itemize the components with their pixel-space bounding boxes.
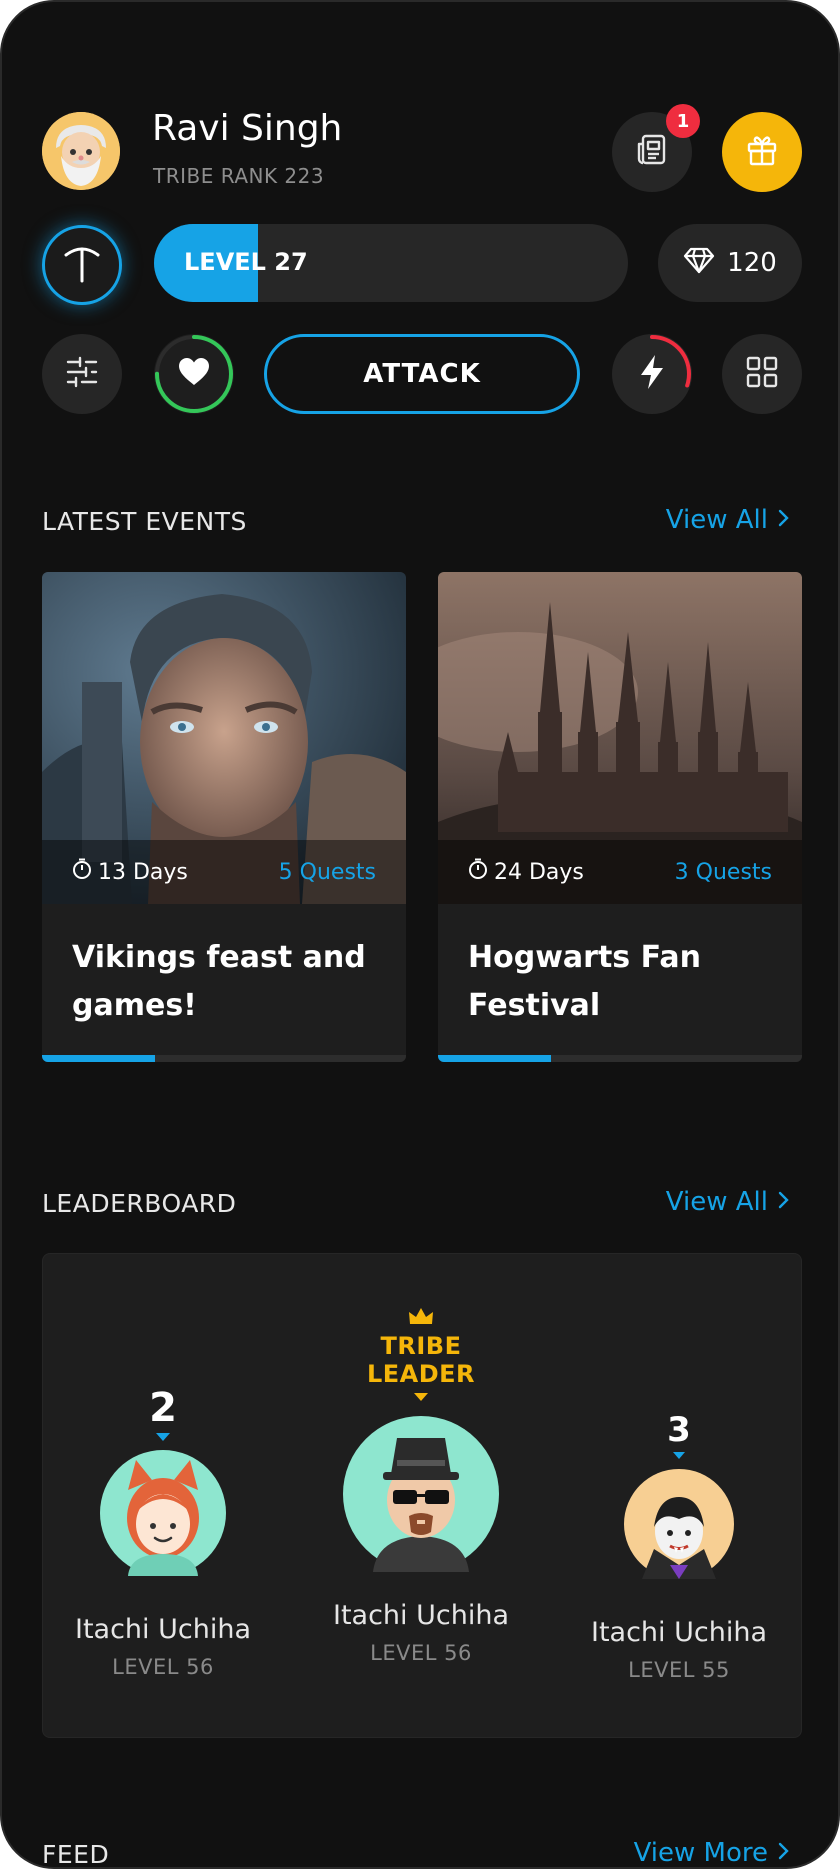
level-progress-bar: LEVEL 27: [154, 224, 628, 302]
chevron-right-icon: [778, 505, 790, 535]
notification-badge: 1: [666, 104, 700, 138]
latest-events-heading: LATEST EVENTS: [42, 507, 247, 536]
event-duration: 24 Days: [468, 858, 584, 886]
view-more-label: View More: [633, 1838, 768, 1868]
feed-view-more-link[interactable]: View More: [633, 1838, 790, 1868]
leader-label-line2: LEADER: [366, 1360, 476, 1388]
level-label: LEVEL 27: [184, 248, 308, 276]
lightning-icon: [637, 353, 667, 395]
event-quests: 3 Quests: [674, 859, 772, 885]
event-quests: 5 Quests: [278, 859, 376, 885]
player-level: LEVEL 55: [628, 1658, 730, 1682]
health-button[interactable]: [154, 334, 234, 414]
crown-icon: [321, 1306, 521, 1332]
attack-button[interactable]: ATTACK: [264, 334, 580, 414]
leaderboard-player[interactable]: 3 Itachi Uchiha LEVEL 55: [579, 1413, 779, 1682]
events-view-all-link[interactable]: View All: [666, 505, 790, 535]
menu-grid-button[interactable]: [722, 334, 802, 414]
player-name: Itachi Uchiha: [332, 1600, 509, 1631]
gift-button[interactable]: [722, 112, 802, 192]
leaderboard-heading: LEADERBOARD: [42, 1189, 237, 1218]
leaderboard-view-all-link[interactable]: View All: [666, 1187, 790, 1217]
event-days: 13 Days: [98, 859, 188, 885]
pickaxe-icon: [60, 241, 104, 289]
chevron-right-icon: [778, 1187, 790, 1217]
rank-marker-icon: [321, 1388, 521, 1410]
event-progress-bar: [42, 1055, 406, 1062]
event-days: 24 Days: [494, 859, 584, 885]
player-avatar: [343, 1416, 499, 1572]
event-card[interactable]: 24 Days 3 Quests Hogwarts Fan Festival: [438, 572, 802, 1062]
user-name: Ravi Singh: [152, 108, 343, 149]
gift-icon: [744, 132, 780, 172]
leaderboard-player[interactable]: TRIBE LEADER Itachi Uchiha LEVEL 56: [321, 1306, 521, 1665]
tribe-rank: TRIBE RANK 223: [153, 164, 325, 188]
gems-count: 120: [727, 248, 777, 278]
grid-icon: [745, 355, 779, 393]
event-meta: 24 Days 3 Quests: [438, 840, 802, 904]
sliders-icon: [64, 354, 100, 394]
event-progress-fill: [438, 1055, 551, 1062]
leaderboard-card: 2 Itachi Uchiha LEVEL 56 TRIBE LEADER It…: [42, 1253, 802, 1738]
leaderboard-player[interactable]: 2 Itachi Uchiha LEVEL 56: [63, 1388, 263, 1679]
tribe-leader-label: TRIBE LEADER: [321, 1332, 521, 1388]
player-level: LEVEL 56: [112, 1655, 214, 1679]
gems-counter[interactable]: 120: [658, 224, 802, 302]
timer-icon: [468, 858, 488, 886]
energy-button[interactable]: [612, 334, 692, 414]
diamond-icon: [683, 246, 715, 281]
event-duration: 13 Days: [72, 858, 188, 886]
event-title: Vikings feast and games!: [72, 940, 366, 1023]
player-rank: 2: [149, 1385, 177, 1431]
event-progress-fill: [42, 1055, 155, 1062]
view-all-label: View All: [665, 505, 768, 535]
chevron-right-icon: [778, 1838, 790, 1867]
event-title: Hogwarts Fan Festival: [468, 940, 701, 1023]
event-meta: 13 Days 5 Quests: [42, 840, 406, 904]
leader-label-line1: TRIBE: [380, 1332, 462, 1360]
newspaper-icon: [634, 132, 670, 172]
player-name: Itachi Uchiha: [590, 1617, 767, 1648]
heart-icon: [177, 357, 211, 391]
event-progress-bar: [438, 1055, 802, 1062]
app-screen: Ravi Singh TRIBE RANK 223 1 LEVEL 27 120…: [0, 0, 840, 1869]
rank-marker-icon: [579, 1447, 779, 1469]
timer-icon: [72, 858, 92, 886]
player-rank: 3: [667, 1410, 691, 1450]
settings-button[interactable]: [42, 334, 122, 414]
view-all-label: View All: [665, 1187, 768, 1217]
user-avatar[interactable]: [42, 112, 120, 190]
player-level: LEVEL 56: [370, 1641, 472, 1665]
feed-heading: FEED: [42, 1840, 110, 1869]
player-avatar: [100, 1450, 226, 1576]
player-avatar: [624, 1469, 734, 1579]
event-card[interactable]: 13 Days 5 Quests Vikings feast and games…: [42, 572, 406, 1062]
player-name: Itachi Uchiha: [74, 1614, 251, 1645]
rank-marker-icon: [63, 1428, 263, 1450]
pickaxe-button[interactable]: [42, 225, 122, 305]
